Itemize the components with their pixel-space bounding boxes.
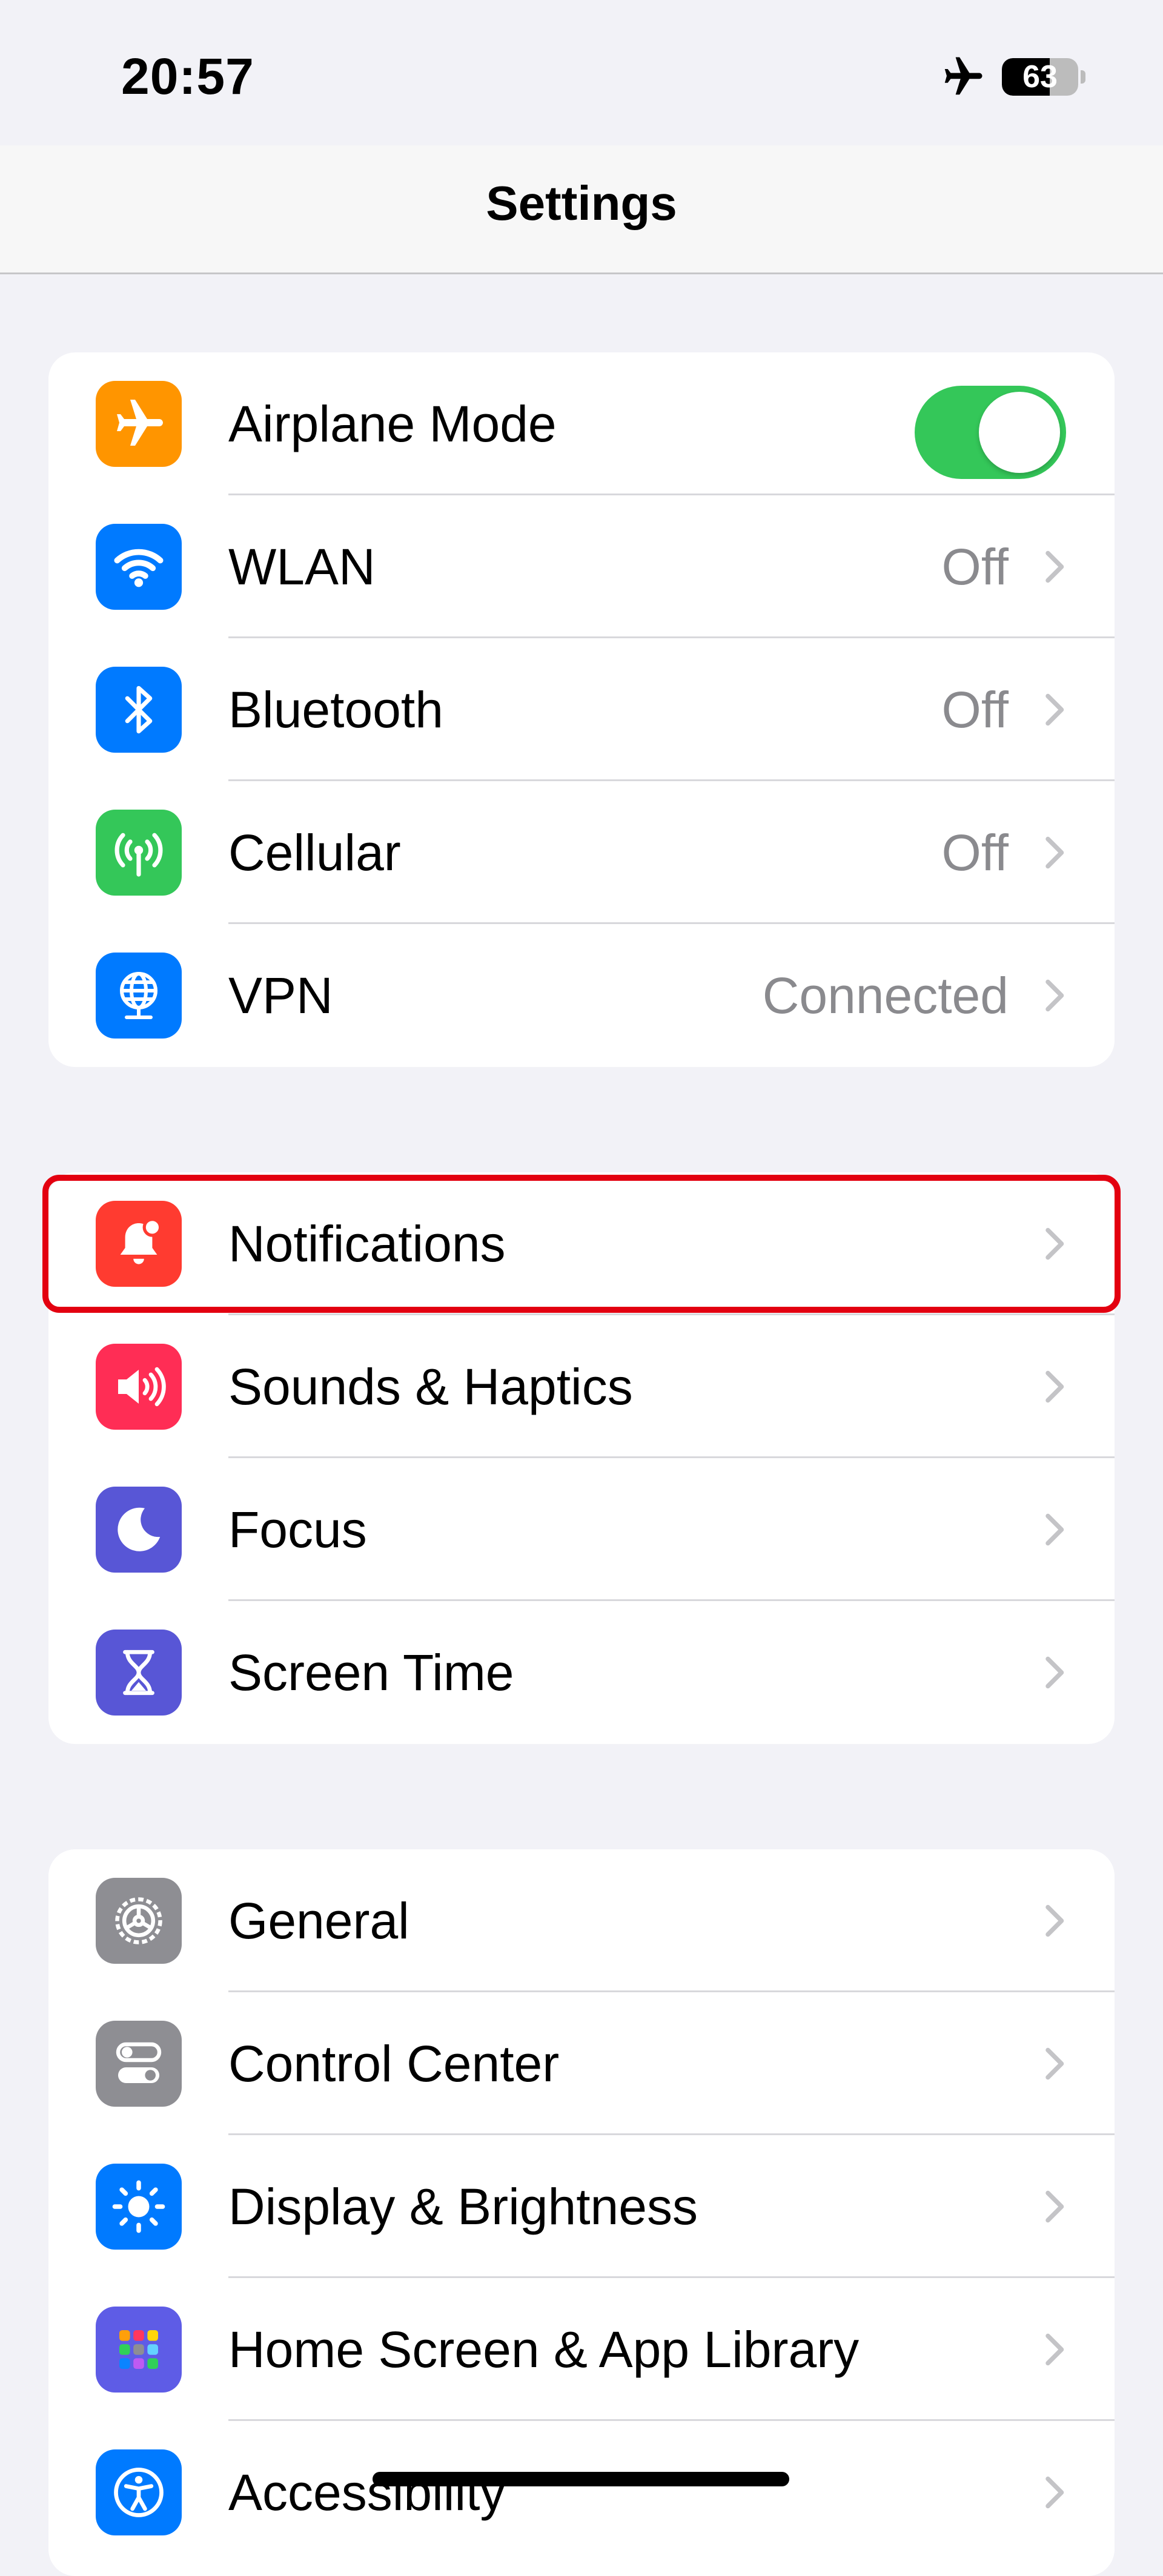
bell-icon: [96, 1201, 182, 1287]
settings-row-label: Bluetooth: [228, 681, 443, 738]
wifi-icon: [96, 524, 182, 610]
chevron-right-icon: [1045, 1513, 1064, 1546]
settings-row-label: Accessibility: [228, 2463, 506, 2521]
toggle-knob: [979, 392, 1060, 473]
settings-row-label: Screen Time: [228, 1643, 514, 1701]
settings-row-focus[interactable]: Focus: [48, 1458, 1115, 1601]
vpn-globe-icon: [96, 953, 182, 1039]
sun-icon: [96, 2164, 182, 2250]
settings-row-label: Cellular: [228, 824, 401, 881]
gear-icon: [96, 1878, 182, 1964]
speaker-icon: [96, 1344, 182, 1430]
settings-row-value: Off: [941, 681, 1009, 738]
settings-row-label: General: [228, 1892, 409, 1949]
airplane-icon: [944, 57, 982, 95]
settings-row-airplane-mode[interactable]: Airplane Mode: [48, 352, 1115, 495]
switches-icon: [96, 2021, 182, 2107]
chevron-right-icon: [1045, 2333, 1064, 2366]
settings-row-value: Off: [941, 538, 1009, 595]
settings-row-vpn[interactable]: VPN Connected: [48, 924, 1115, 1067]
settings-row-label: Home Screen & App Library: [228, 2320, 860, 2378]
chevron-right-icon: [1045, 550, 1064, 583]
settings-row-home-screen[interactable]: Home Screen & App Library: [48, 2278, 1115, 2421]
settings-row-label: Control Center: [228, 2035, 560, 2092]
home-indicator[interactable]: [373, 2472, 789, 2486]
chevron-right-icon: [1045, 979, 1064, 1012]
chevron-right-icon: [1045, 2476, 1064, 2509]
battery-indicator: 63: [1002, 58, 1078, 96]
moon-icon: [96, 1487, 182, 1573]
settings-row-control-center[interactable]: Control Center: [48, 1992, 1115, 2135]
bluetooth-icon: [96, 667, 182, 753]
settings-row-sounds-haptics[interactable]: Sounds & Haptics: [48, 1315, 1115, 1458]
chevron-right-icon: [1045, 1370, 1064, 1403]
settings-row-value: Connected: [762, 966, 1009, 1024]
settings-group-general: General Control Center Display & Brightn…: [48, 1849, 1115, 2576]
app-grid-icon: [96, 2307, 182, 2393]
settings-group-connectivity: Airplane Mode WLAN Off Bluetooth Off Cel…: [48, 352, 1115, 1067]
settings-row-accessibility[interactable]: Accessibility: [48, 2421, 1115, 2564]
settings-row-bluetooth[interactable]: Bluetooth Off: [48, 638, 1115, 781]
status-indicators: 63: [939, 53, 1085, 101]
chevron-right-icon: [1045, 2190, 1064, 2223]
settings-row-label: VPN: [228, 966, 333, 1024]
settings-row-label: Notifications: [228, 1215, 506, 1272]
status-bar: 20:57 63: [0, 0, 1163, 145]
settings-group-notifications: Notifications Sounds & Haptics Focus Scr…: [48, 1172, 1115, 1744]
cellular-icon: [96, 810, 182, 896]
accessibility-icon: [96, 2449, 182, 2535]
settings-row-label: Airplane Mode: [228, 395, 557, 452]
page-title: Settings: [486, 176, 677, 230]
chevron-right-icon: [1045, 693, 1064, 726]
chevron-right-icon: [1045, 1904, 1064, 1937]
navigation-bar: Settings: [0, 145, 1163, 274]
battery-level: 63: [1022, 59, 1058, 94]
settings-row-label: Display & Brightness: [228, 2178, 698, 2235]
settings-row-display-brightness[interactable]: Display & Brightness: [48, 2135, 1115, 2278]
settings-row-label: WLAN: [228, 538, 376, 595]
settings-row-general[interactable]: General: [48, 1849, 1115, 1992]
settings-row-notifications[interactable]: Notifications: [48, 1172, 1115, 1315]
settings-row-value: Off: [941, 824, 1009, 881]
battery-cap: [1081, 70, 1085, 84]
settings-row-label: Focus: [228, 1501, 367, 1558]
chevron-right-icon: [1045, 836, 1064, 869]
settings-row-cellular[interactable]: Cellular Off: [48, 781, 1115, 924]
settings-row-screen-time[interactable]: Screen Time: [48, 1601, 1115, 1744]
airplane-mode-toggle[interactable]: [915, 386, 1066, 479]
airplane-icon: [96, 381, 182, 467]
settings-row-label: Sounds & Haptics: [228, 1358, 633, 1415]
settings-row-wlan[interactable]: WLAN Off: [48, 495, 1115, 638]
chevron-right-icon: [1045, 1656, 1064, 1689]
chevron-right-icon: [1045, 1227, 1064, 1260]
hourglass-icon: [96, 1630, 182, 1716]
status-time: 20:57: [121, 48, 254, 105]
chevron-right-icon: [1045, 2047, 1064, 2080]
